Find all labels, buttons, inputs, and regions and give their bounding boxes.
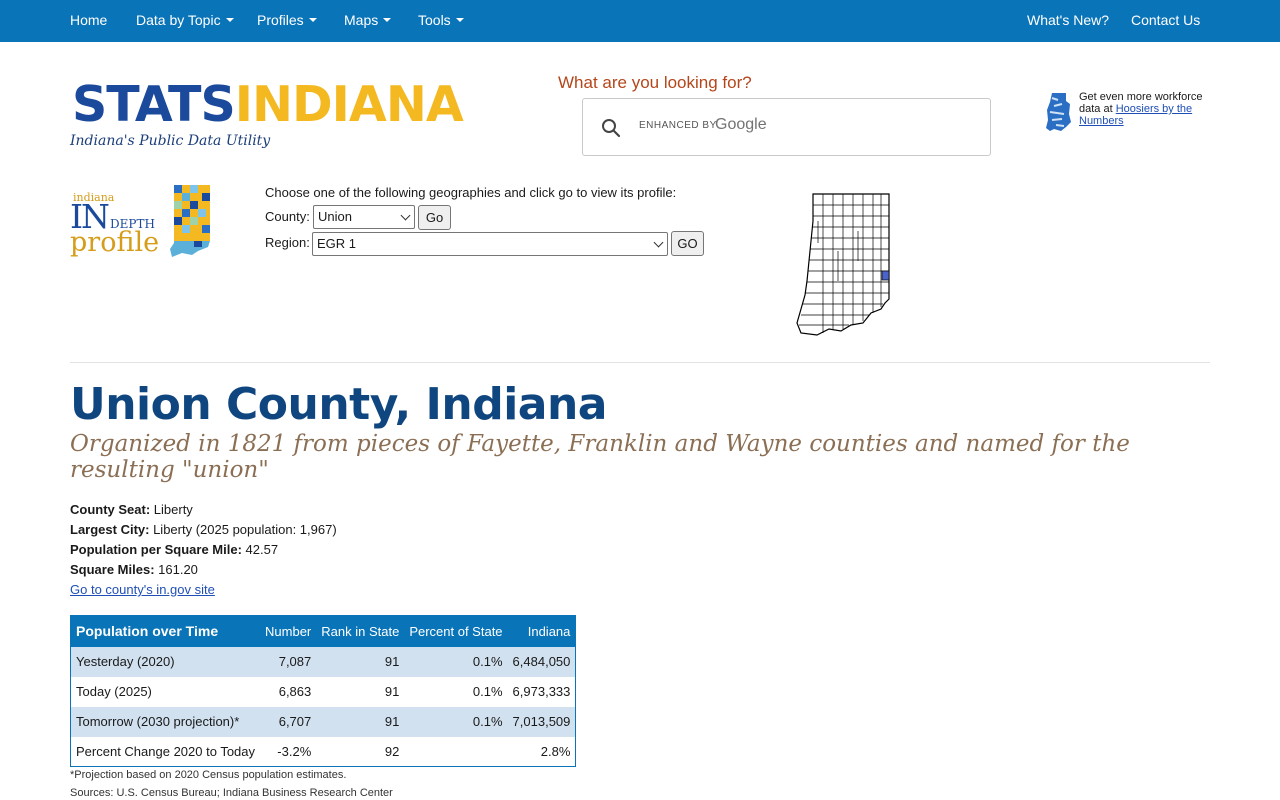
union-county-highlight	[881, 270, 890, 281]
table-row: Percent Change 2020 to Today -3.2% 92 2.…	[71, 737, 576, 767]
table-cell: Percent Change 2020 to Today	[76, 743, 256, 759]
table-cell: 6,973,333	[512, 684, 571, 699]
population-over-time-table: Population over Time Number Rank in Stat…	[70, 615, 577, 767]
nav-maps-menu[interactable]: Maps	[344, 0, 392, 42]
google-wordmark: Google	[715, 116, 767, 133]
caret-down-icon	[225, 18, 234, 23]
search-icon[interactable]	[601, 118, 621, 138]
caret-down-icon	[308, 18, 317, 23]
fact-square-miles: Square Miles: 161.20	[70, 560, 337, 580]
geography-prompt: Choose one of the following geographies …	[265, 185, 677, 200]
hoosiers-by-numbers-icon[interactable]	[1044, 92, 1072, 132]
table-cell	[404, 737, 507, 767]
region-select-value: EGR 1	[317, 236, 357, 251]
table-cell: 6,484,050	[507, 646, 576, 677]
table-cell: 91	[316, 646, 405, 677]
chevron-down-icon	[653, 237, 664, 248]
indiana-mosaic-icon	[170, 185, 210, 257]
table-cell: Tomorrow (2030 projection)*	[70, 706, 261, 737]
chevron-down-icon	[400, 210, 411, 221]
table-header: Number	[260, 615, 317, 647]
fact-county-seat: County Seat: Liberty	[70, 500, 337, 520]
county-label: County:	[265, 209, 310, 224]
sources-note: Sources: U.S. Census Bureau; Indiana Bus…	[70, 787, 393, 799]
statsindiana-logo[interactable]: STATSINDIANA	[72, 76, 464, 134]
indepth-logo-profile: profile	[70, 227, 160, 258]
table-header: Rank in State	[316, 615, 405, 647]
table-header: Percent of State	[404, 615, 508, 647]
caret-down-icon	[455, 18, 464, 23]
table-cell: 0.1%	[404, 646, 508, 677]
table-cell: 2.8%	[540, 743, 571, 759]
fact-value: Liberty (2025 population: 1,967)	[149, 522, 337, 537]
table-header: Population over Time	[70, 615, 261, 647]
table-row: Today (2025) 6,863 91 0.1% 6,973,333	[71, 677, 576, 707]
fact-value: 161.20	[154, 562, 198, 577]
region-select[interactable]: EGR 1	[312, 232, 668, 256]
enhanced-by-label: ENHANCED BY	[639, 120, 717, 131]
site-tagline: Indiana's Public Data Utility	[70, 133, 271, 149]
nav-data-by-topic-menu[interactable]: Data by Topic	[136, 0, 234, 42]
projection-footnote: *Projection based on 2020 Census populat…	[70, 769, 347, 781]
nav-profiles-menu[interactable]: Profiles	[257, 0, 317, 42]
table-cell: 7,013,509	[507, 706, 576, 737]
table-cell: 6,863	[278, 684, 312, 699]
indiana-county-map[interactable]	[793, 191, 893, 337]
search-heading: What are you looking for?	[558, 73, 752, 92]
region-go-button[interactable]: GO	[671, 231, 704, 256]
fact-label: Square Miles:	[70, 562, 155, 577]
table-header-row: Population over Time Number Rank in Stat…	[70, 615, 576, 647]
nav-contact-us-link[interactable]: Contact Us	[1131, 0, 1200, 42]
nav-whats-new-link[interactable]: What's New?	[1027, 0, 1109, 42]
county-select-value: Union	[318, 209, 352, 224]
table-cell: 91	[316, 706, 405, 737]
fact-label: County Seat:	[70, 502, 151, 517]
county-ingov-link[interactable]: Go to county's in.gov site	[70, 582, 215, 597]
table-cell: -3.2%	[277, 743, 312, 759]
nav-home-link[interactable]: Home	[70, 0, 107, 42]
logo-indiana-text: INDIANA	[234, 76, 464, 133]
county-go-button[interactable]: Go	[418, 205, 451, 230]
table-row: Yesterday (2020) 7,087 91 0.1% 6,484,050	[70, 646, 576, 677]
county-select[interactable]: Union	[313, 205, 415, 229]
fact-value: Liberty	[150, 502, 193, 517]
fact-population-density: Population per Square Mile: 42.57	[70, 540, 337, 560]
table-cell: Today (2025)	[76, 684, 152, 699]
fact-label: Population per Square Mile:	[70, 542, 242, 557]
hoosiers-promo: Get even more workforce data at Hoosiers…	[1079, 91, 1219, 127]
table-row: Tomorrow (2030 projection)* 6,707 91 0.1…	[70, 706, 576, 737]
table-cell: 0.1%	[472, 684, 503, 699]
table-cell: 91	[384, 684, 400, 699]
fact-value: 42.57	[241, 542, 279, 557]
table-cell: 0.1%	[404, 706, 508, 737]
county-subtitle: Organized in 1821 from pieces of Fayette…	[70, 431, 1130, 483]
table-cell: 7,087	[260, 646, 317, 677]
table-cell: 92	[384, 743, 400, 759]
county-facts: County Seat: Liberty Largest City: Liber…	[70, 500, 337, 600]
indepth-profile-logo[interactable]: indiana IN DEPTH profile	[70, 185, 215, 265]
nav-tools-menu[interactable]: Tools	[418, 0, 464, 42]
table-header: Indiana	[507, 615, 576, 647]
fact-label: Largest City:	[70, 522, 150, 537]
logo-stats-text: STATS	[72, 76, 236, 133]
search-box[interactable]: ENHANCED BY Google	[582, 98, 991, 156]
table-cell: Yesterday (2020)	[70, 646, 261, 677]
caret-down-icon	[383, 18, 392, 23]
region-label: Region:	[265, 235, 310, 250]
table-cell: 6,707	[260, 706, 317, 737]
section-divider	[70, 362, 1210, 363]
top-navigation-bar: Home Data by Topic Profiles Maps Tools W…	[0, 0, 1280, 42]
county-title: Union County, Indiana	[70, 379, 608, 430]
fact-largest-city: Largest City: Liberty (2025 population: …	[70, 520, 337, 540]
